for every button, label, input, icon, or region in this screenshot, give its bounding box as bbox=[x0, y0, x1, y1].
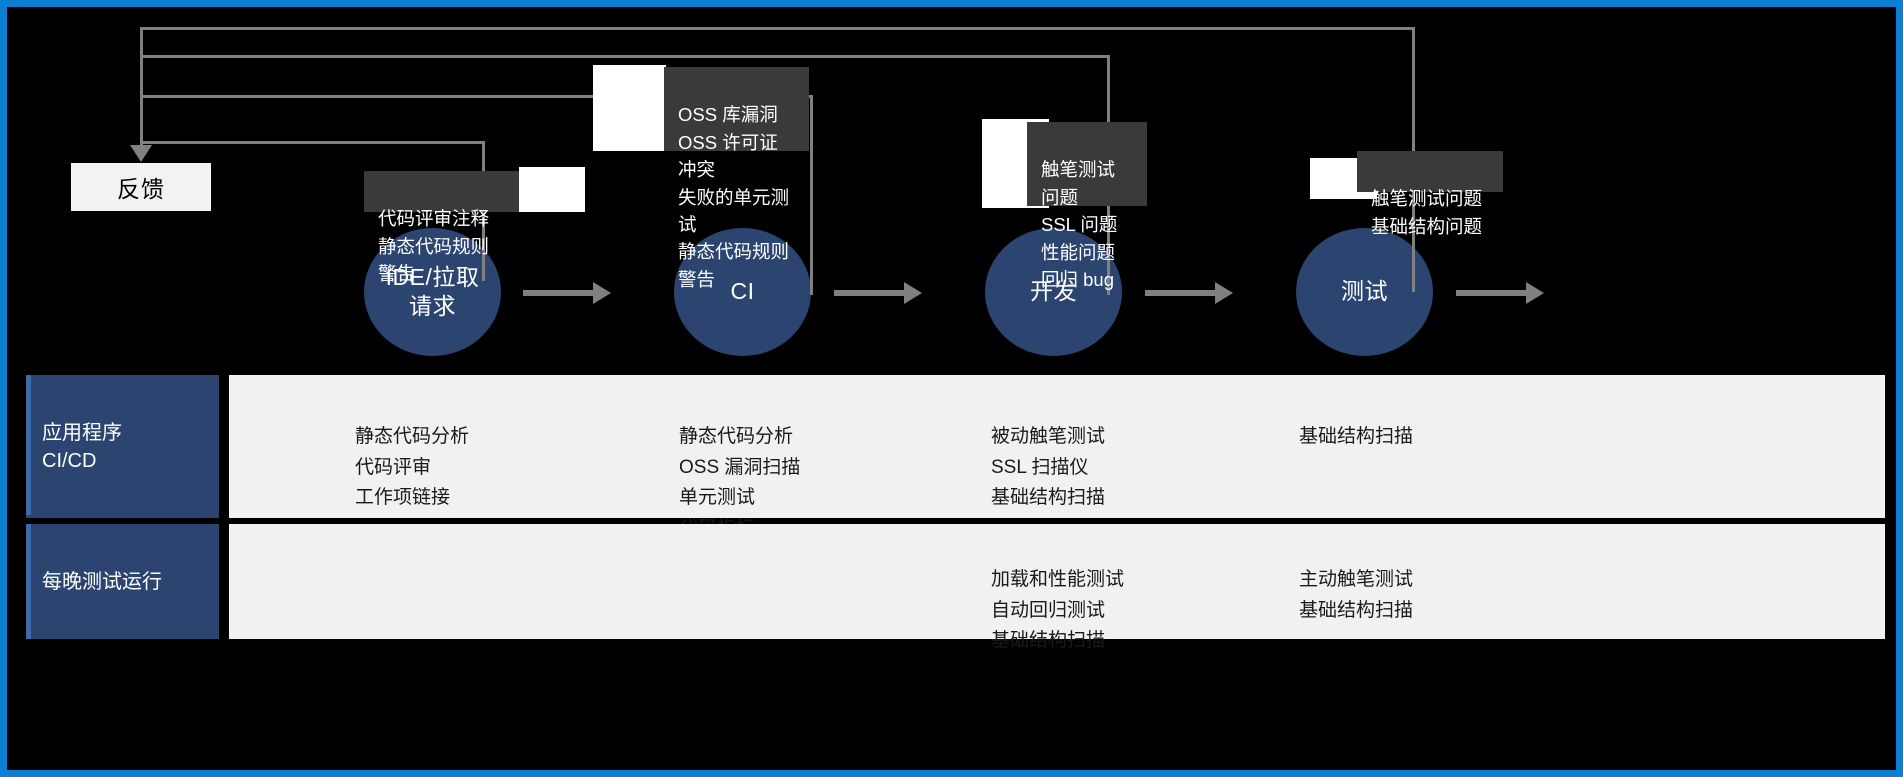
stage-ci-label: CI bbox=[730, 278, 755, 305]
test-callout-text: 触笔测试问题 基础结构问题 bbox=[1371, 188, 1483, 237]
arrow-shaft bbox=[1145, 290, 1217, 296]
feedback-spine-vertical bbox=[140, 27, 143, 159]
row-1-accent bbox=[26, 375, 31, 515]
feedback-line-test bbox=[140, 27, 1415, 30]
ide-callout-image-placeholder bbox=[519, 167, 585, 212]
feedback-box[interactable]: 反馈 bbox=[71, 163, 211, 211]
arrow-shaft bbox=[834, 290, 906, 296]
cell-app-cicd-ide: 静态代码分析 代码评审 工作项链接 bbox=[355, 391, 635, 514]
arrow-dev-to-test bbox=[1145, 282, 1233, 304]
stage-test-label: 测试 bbox=[1341, 278, 1388, 305]
arrow-head bbox=[904, 282, 922, 304]
cell-nightly-test-test: 主动触笔测试 基础结构扫描 bbox=[1299, 534, 1589, 626]
cell-nightly-test-ide bbox=[355, 534, 635, 596]
arrow-ci-to-dev bbox=[834, 282, 922, 304]
ci-callout-text: OSS 库漏洞 OSS 许可证冲突 失败的单元测试 静态代码规则警告 bbox=[678, 104, 790, 290]
cell-text: 基础结构扫描 bbox=[1299, 425, 1414, 447]
row-label-app-cicd[interactable]: 应用程序 CI/CD bbox=[26, 375, 219, 518]
ide-callout[interactable]: 代码评审注释 静态代码规则警告 bbox=[364, 171, 519, 284]
cell-app-cicd-ci: 静态代码分析 OSS 漏洞扫描 单元测试 代码指标 bbox=[679, 391, 969, 545]
arrow-test-to-end bbox=[1456, 282, 1544, 304]
cell-text: 主动触笔测试 基础结构扫描 bbox=[1299, 568, 1414, 621]
arrow-head bbox=[1526, 282, 1544, 304]
cell-app-cicd-test: 基础结构扫描 bbox=[1299, 391, 1589, 453]
cell-nightly-test-dev: 加载和性能测试 自动回归测试 基础结构扫描 bbox=[991, 534, 1281, 657]
cell-app-cicd-dev: 被动触笔测试 SSL 扫描仪 基础结构扫描 bbox=[991, 391, 1281, 514]
ci-callout[interactable]: OSS 库漏洞 OSS 许可证冲突 失败的单元测试 静态代码规则警告 bbox=[664, 67, 809, 290]
feedback-label: 反馈 bbox=[117, 176, 165, 202]
row-2-accent bbox=[26, 524, 31, 639]
feedback-line-ci-drop bbox=[810, 95, 813, 295]
arrow-head bbox=[1215, 282, 1233, 304]
arrow-ide-to-ci bbox=[523, 282, 611, 304]
cell-text: 加载和性能测试 自动回归测试 基础结构扫描 bbox=[991, 568, 1125, 652]
diagram-slide: 反馈 代码评审注释 静态代码规则警告 OSS 库漏洞 OSS 许可证冲突 失败的… bbox=[0, 0, 1903, 777]
arrow-head bbox=[593, 282, 611, 304]
arrow-shaft bbox=[1456, 290, 1528, 296]
cell-text: 静态代码分析 OSS 漏洞扫描 单元测试 代码指标 bbox=[679, 425, 801, 539]
ci-callout-image-placeholder bbox=[593, 65, 666, 151]
dev-callout[interactable]: 触笔测试问题 SSL 问题 性能问题 回归 bug bbox=[1027, 122, 1147, 290]
feedback-arrow-head bbox=[130, 145, 152, 162]
cell-nightly-test-ci bbox=[679, 534, 969, 596]
feedback-line-ide bbox=[140, 141, 485, 144]
row-label-nightly-test[interactable]: 每晚测试运行 bbox=[26, 524, 219, 639]
row-label-nightly-test-text: 每晚测试运行 bbox=[42, 570, 162, 593]
dev-callout-text: 触笔测试问题 SSL 问题 性能问题 回归 bug bbox=[1041, 159, 1118, 290]
diagram-canvas: 反馈 代码评审注释 静态代码规则警告 OSS 库漏洞 OSS 许可证冲突 失败的… bbox=[7, 7, 1896, 770]
arrow-shaft bbox=[523, 290, 595, 296]
cell-text: 静态代码分析 代码评审 工作项链接 bbox=[355, 425, 470, 509]
test-callout[interactable]: 触笔测试问题 基础结构问题 bbox=[1357, 151, 1503, 237]
row-label-app-cicd-text: 应用程序 CI/CD bbox=[42, 421, 122, 472]
feedback-line-dev bbox=[140, 55, 1110, 58]
cell-text: 被动触笔测试 SSL 扫描仪 基础结构扫描 bbox=[991, 425, 1106, 509]
